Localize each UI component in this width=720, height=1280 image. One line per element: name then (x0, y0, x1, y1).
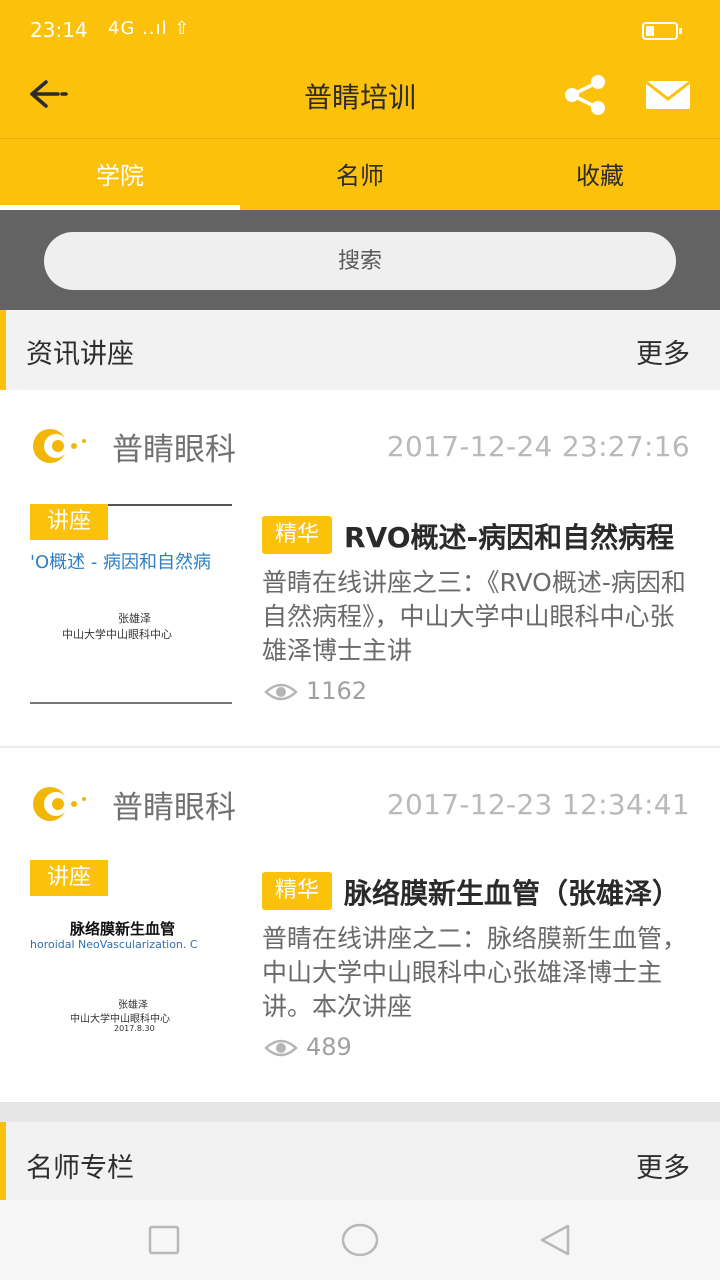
share-icon[interactable] (560, 72, 612, 118)
back-arrow-icon[interactable] (22, 70, 78, 118)
section-title: 名师专栏 (26, 1153, 134, 1184)
thumb-author: 张雄泽 (118, 612, 151, 625)
nav-circle-icon[interactable] (340, 1221, 380, 1259)
thumb-title: 脉络膜新生血管 (70, 920, 176, 938)
item-title[interactable]: RVO概述-病因和自然病程 (344, 516, 688, 556)
nav-square-icon[interactable] (146, 1224, 182, 1256)
thumbnail[interactable]: 脉络膜新生血管 horoidal NeoVascularization. C 张… (30, 860, 232, 1060)
nav-triangle-icon[interactable] (536, 1222, 576, 1258)
status-time: 23:14 (30, 18, 88, 42)
tab-masters[interactable]: 名师 (240, 150, 480, 202)
signal-icon: 4G ..ıl ⇧ (108, 18, 191, 39)
item-description: 普睛在线讲座之二：脉络膜新生血管，中山大学中山眼科中心张雄泽博士主讲。本次讲座 (262, 924, 688, 1021)
org-name: 普睛眼科 (112, 790, 236, 826)
eye-icon (264, 1039, 298, 1057)
thumbnail[interactable]: 'O概述 - 病因和自然病 张雄泽 中山大学中山眼科中心 讲座 (30, 504, 232, 704)
section-accent-bar (0, 310, 6, 390)
thumb-org: 中山大学中山眼科中心 (70, 1014, 170, 1025)
thumb-subtitle: horoidal NeoVascularization. C (30, 938, 198, 951)
view-count: 489 (306, 1033, 352, 1061)
thumb-date: 2017.8.30 (114, 1024, 155, 1033)
item-description: 普睛在线讲座之三：《RVO概述-病因和自然病程》，中山大学中山眼科中心张雄泽博士… (262, 568, 686, 665)
lecture-tag: 讲座 (30, 860, 108, 896)
mail-icon[interactable] (642, 72, 694, 118)
org-name: 普睛眼科 (112, 432, 236, 468)
search-input[interactable] (44, 232, 676, 290)
thumb-title: 'O概述 - 病因和自然病 (30, 552, 212, 573)
timestamp: 2017-12-23 12:34:41 (386, 788, 690, 821)
logo-icon (33, 787, 86, 821)
tab-academy[interactable]: 学院 (0, 150, 240, 202)
tab-favorites[interactable]: 收藏 (480, 150, 720, 202)
timestamp: 2017-12-24 23:27:16 (386, 430, 690, 463)
section-separator (0, 1102, 720, 1122)
more-link[interactable]: 更多 (636, 332, 690, 371)
item-title[interactable]: 脉络膜新生血管（张雄泽） (344, 872, 688, 912)
thumb-rule (30, 702, 232, 704)
featured-badge: 精华 (262, 516, 332, 554)
more-link[interactable]: 更多 (636, 1146, 690, 1185)
section-title: 资讯讲座 (26, 339, 134, 370)
lecture-tag: 讲座 (30, 504, 108, 540)
section-accent-bar (0, 1122, 6, 1202)
logo-icon (33, 429, 86, 463)
view-count: 1162 (306, 677, 368, 705)
thumb-author: 张雄泽 (118, 1000, 148, 1011)
featured-badge: 精华 (262, 872, 332, 910)
eye-icon (264, 683, 298, 701)
page-title: 普睛培训 (303, 81, 416, 114)
thumb-org: 中山大学中山眼科中心 (62, 628, 172, 641)
battery-icon (642, 22, 682, 40)
